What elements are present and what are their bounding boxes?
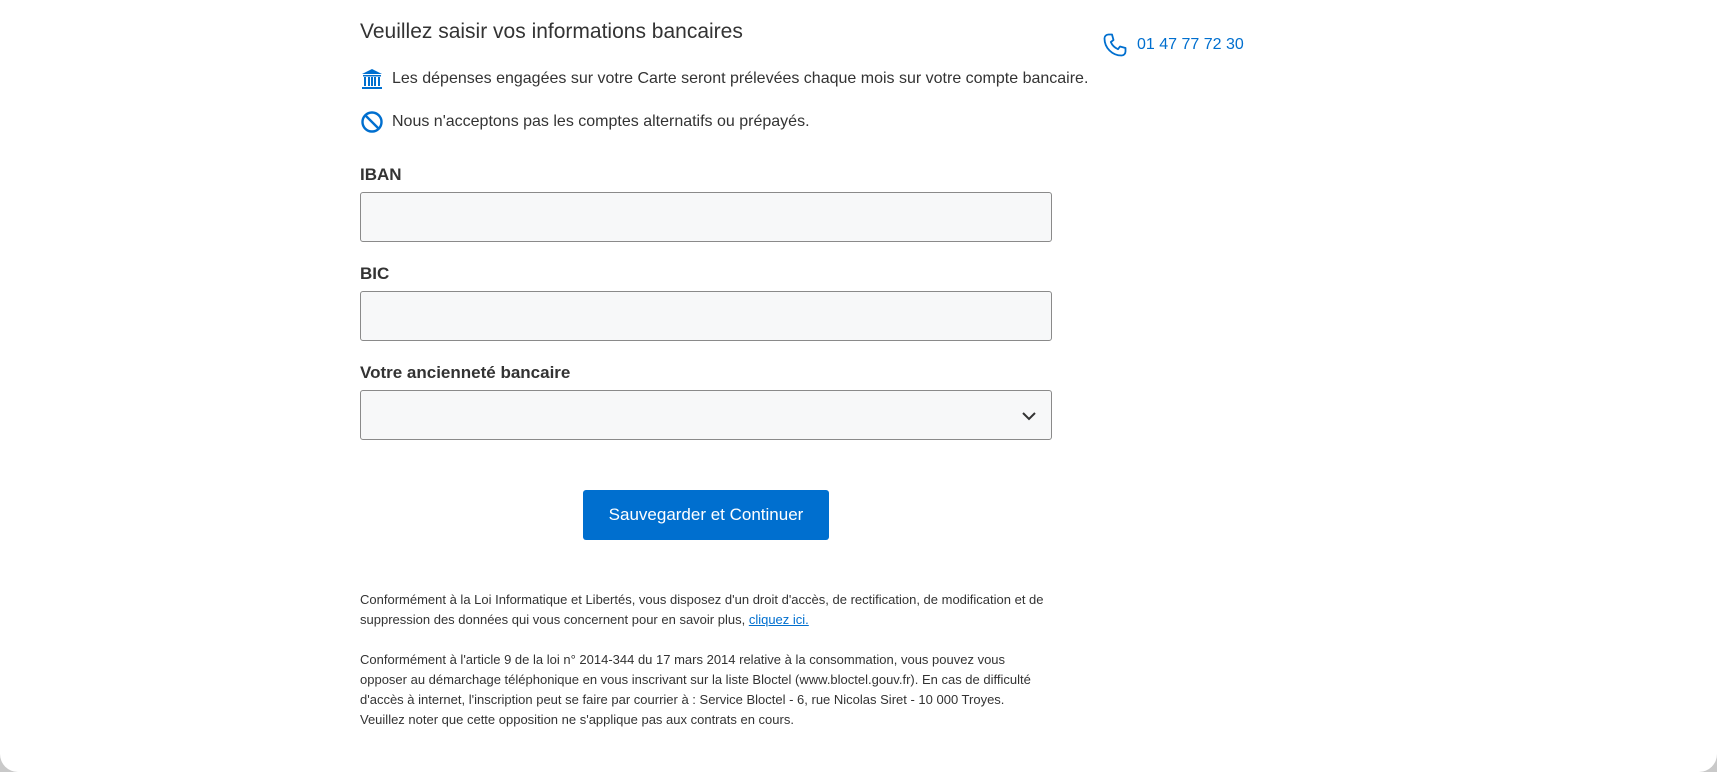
phone-number: 01 47 77 72 30: [1137, 36, 1244, 53]
page-title: Veuillez saisir vos informations bancair…: [360, 20, 743, 43]
privacy-notice: Conformément à la Loi Informatique et Li…: [360, 590, 1052, 630]
bloctel-notice: Conformément à l'article 9 de la loi n° …: [360, 652, 1031, 727]
iban-input[interactable]: [360, 192, 1052, 242]
info-direct-debit-text: Les dépenses engagées sur votre Carte se…: [392, 70, 1089, 87]
bank-seniority-select[interactable]: [360, 390, 1052, 440]
bank-icon: [360, 67, 384, 91]
phone-icon: [1102, 32, 1128, 58]
iban-label: IBAN: [360, 165, 402, 184]
bic-label: BIC: [360, 264, 390, 283]
save-continue-button[interactable]: Sauvegarder et Continuer: [583, 490, 829, 540]
privacy-notice-text: Conformément à la Loi Informatique et Li…: [360, 592, 1044, 627]
info-no-prepaid-text: Nous n'acceptons pas les comptes alterna…: [392, 113, 810, 130]
info-direct-debit: Les dépenses engagées sur votre Carte se…: [360, 66, 1088, 92]
prohibited-icon: [360, 110, 384, 134]
info-no-prepaid: Nous n'acceptons pas les comptes alterna…: [360, 109, 810, 135]
page-card: Veuillez saisir vos informations bancair…: [0, 0, 1717, 772]
privacy-link[interactable]: cliquez ici.: [749, 612, 809, 627]
bank-seniority-label: Votre ancienneté bancaire: [360, 363, 571, 382]
phone-contact[interactable]: 01 47 77 72 30: [1102, 32, 1244, 58]
chevron-down-icon: [1019, 406, 1039, 426]
bic-input[interactable]: [360, 291, 1052, 341]
